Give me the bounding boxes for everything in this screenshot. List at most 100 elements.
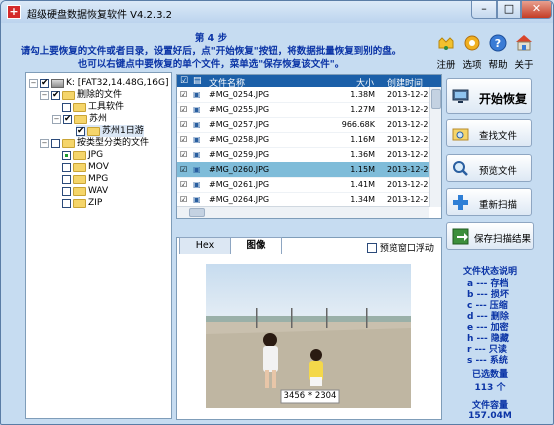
preview-photo: [206, 264, 411, 408]
file-row[interactable]: ☑ ▣ #MG_0254.JPG 1.38M 2013-12-2: [177, 87, 429, 103]
collapse-icon[interactable]: −: [29, 78, 38, 88]
app-window: + 超级硬盘数据恢复软件 V4.2.3.2 – □ ✕ 第 4 步 请勾上要恢复…: [0, 0, 554, 425]
step-title: 第 4 步: [194, 33, 228, 44]
file-icon: ▣: [193, 165, 201, 174]
file-created: 2013-12-2: [387, 120, 429, 129]
folder-icon: [73, 102, 86, 112]
checkbox[interactable]: [62, 162, 71, 172]
tree-item-deleted[interactable]: −删除的文件: [40, 89, 122, 101]
tree-item-suzhou[interactable]: −苏州: [52, 113, 107, 125]
file-checkbox[interactable]: ☑: [180, 105, 187, 114]
tab-hex[interactable]: Hex: [179, 237, 231, 254]
file-list[interactable]: ☑ ▤ 文件名称 大小 创建时间 ☑ ▣ #MG_0254.JPG 1.38M 2013…: [176, 74, 442, 219]
collapse-icon[interactable]: −: [40, 90, 49, 100]
legend-item: h --- 隐藏: [467, 334, 509, 344]
file-list-header: ☑ ▤ 文件名称 大小 创建时间: [177, 75, 441, 89]
file-row[interactable]: ☑ ▣ #MG_0257.JPG 966.68K 2013-12-2: [177, 117, 429, 133]
file-row[interactable]: ☑ ▣ #MG_0258.JPG 1.16M 2013-12-2: [177, 132, 429, 148]
scroll-thumb[interactable]: [431, 89, 441, 109]
legend-item: r --- 只读: [467, 345, 507, 355]
preview-file-button[interactable]: 预览文件: [446, 154, 532, 182]
float-checkbox[interactable]: [367, 242, 377, 253]
checkbox[interactable]: [62, 186, 71, 196]
tree-item-mov[interactable]: MOV: [62, 161, 109, 173]
tree-item-by-type[interactable]: − 按类型分类的文件: [40, 137, 149, 149]
register-icon: [438, 37, 454, 50]
file-created: 2013-12-2: [387, 105, 429, 114]
horizontal-scrollbar[interactable]: [177, 206, 429, 218]
file-size: 1.16M: [350, 135, 375, 144]
vertical-scrollbar[interactable]: [429, 87, 441, 207]
checkbox[interactable]: [51, 89, 60, 101]
header-icon: ▤: [193, 76, 202, 86]
file-checkbox[interactable]: ☑: [180, 150, 187, 159]
float-window-option[interactable]: 预览窗口浮动: [367, 241, 434, 254]
folder-tree[interactable]: −K: [FAT32,14.48G,16G] −删除的文件 工具软件 −苏州 苏…: [25, 72, 172, 419]
legend-item: c --- 压缩: [467, 301, 508, 311]
file-checkbox[interactable]: ☑: [180, 135, 187, 144]
file-checkbox[interactable]: ☑: [180, 180, 187, 189]
file-name: #MG_0254.JPG: [209, 90, 270, 99]
options-button[interactable]: 选项: [459, 33, 485, 71]
file-created: 2013-12-2: [387, 135, 429, 144]
file-checkbox[interactable]: ☑: [180, 165, 187, 174]
save-scan-results-button[interactable]: 保存扫描结果: [446, 222, 534, 250]
rescan-button[interactable]: 重新扫描: [446, 188, 532, 216]
app-icon: +: [7, 5, 21, 19]
help-icon: ?: [489, 34, 507, 52]
file-checkbox[interactable]: ☑: [180, 195, 187, 204]
register-button[interactable]: 注册: [433, 33, 459, 71]
checkbox[interactable]: [63, 113, 72, 125]
start-recovery-button[interactable]: 开始恢复: [446, 78, 532, 114]
file-row[interactable]: ☑ ▣ #MG_0259.JPG 1.36M 2013-12-2: [177, 147, 429, 163]
checkbox[interactable]: [40, 77, 49, 89]
file-icon: ▣: [193, 120, 201, 129]
drive-icon: [51, 78, 64, 88]
checkbox[interactable]: [62, 198, 71, 208]
file-checkbox[interactable]: ☑: [180, 120, 187, 129]
tree-item-wav[interactable]: WAV: [62, 185, 108, 197]
file-checkbox[interactable]: ☑: [180, 90, 187, 99]
checkbox[interactable]: [62, 102, 71, 112]
find-file-button[interactable]: 查找文件: [446, 119, 532, 147]
header-select-checkbox[interactable]: ☑: [180, 76, 188, 86]
minimize-button[interactable]: –: [471, 1, 497, 19]
tree-item-zip[interactable]: ZIP: [62, 197, 102, 209]
image-dimensions: 3456 * 2304: [283, 391, 337, 401]
checkbox[interactable]: [76, 125, 85, 137]
checkbox[interactable]: [51, 138, 60, 148]
home-icon: [516, 35, 532, 51]
maximize-button[interactable]: □: [497, 1, 521, 19]
magnifier-icon: [453, 161, 468, 176]
file-name: #MG_0261.JPG: [209, 180, 270, 189]
folder-icon: [73, 162, 86, 172]
legend-item: d --- 删除: [467, 312, 509, 322]
file-row[interactable]: ☑ ▣ #MG_0255.JPG 1.27M 2013-12-2: [177, 102, 429, 118]
file-icon: ▣: [193, 195, 201, 204]
tree-item-mpg[interactable]: MPG: [62, 173, 108, 185]
gear-icon: [464, 35, 480, 51]
tree-item-suzhou-trip[interactable]: 苏州1日游: [76, 125, 144, 137]
file-row[interactable]: ☑ ▣ #MG_0260.JPG 1.15M 2013-12-2: [177, 162, 429, 178]
close-window-button[interactable]: ✕: [521, 1, 552, 19]
selected-count-value: 113 个: [474, 383, 506, 393]
hscroll-thumb[interactable]: [189, 208, 205, 217]
tree-item-jpg[interactable]: JPG: [62, 149, 103, 161]
help-button[interactable]: ? 帮助: [485, 33, 511, 71]
tree-item-root[interactable]: −K: [FAT32,14.48G,16G]: [29, 77, 168, 89]
file-icon: ▣: [193, 90, 201, 99]
legend-item: s --- 系统: [467, 356, 508, 366]
folder-icon: [73, 186, 86, 196]
checkbox[interactable]: [62, 174, 71, 184]
title-bar: + 超级硬盘数据恢复软件 V4.2.3.2 – □ ✕: [1, 1, 553, 23]
collapse-icon[interactable]: −: [40, 138, 49, 148]
collapse-icon[interactable]: −: [52, 114, 61, 124]
checkbox[interactable]: [62, 150, 71, 160]
file-size: 1.36M: [350, 150, 375, 159]
file-size: 1.41M: [350, 180, 375, 189]
tree-item-tools[interactable]: 工具软件: [62, 101, 124, 113]
file-size: 1.38M: [350, 90, 375, 99]
tab-image[interactable]: 图像: [230, 237, 282, 254]
about-button[interactable]: 关于: [511, 33, 537, 71]
file-row[interactable]: ☑ ▣ #MG_0261.JPG 1.41M 2013-12-2: [177, 177, 429, 193]
